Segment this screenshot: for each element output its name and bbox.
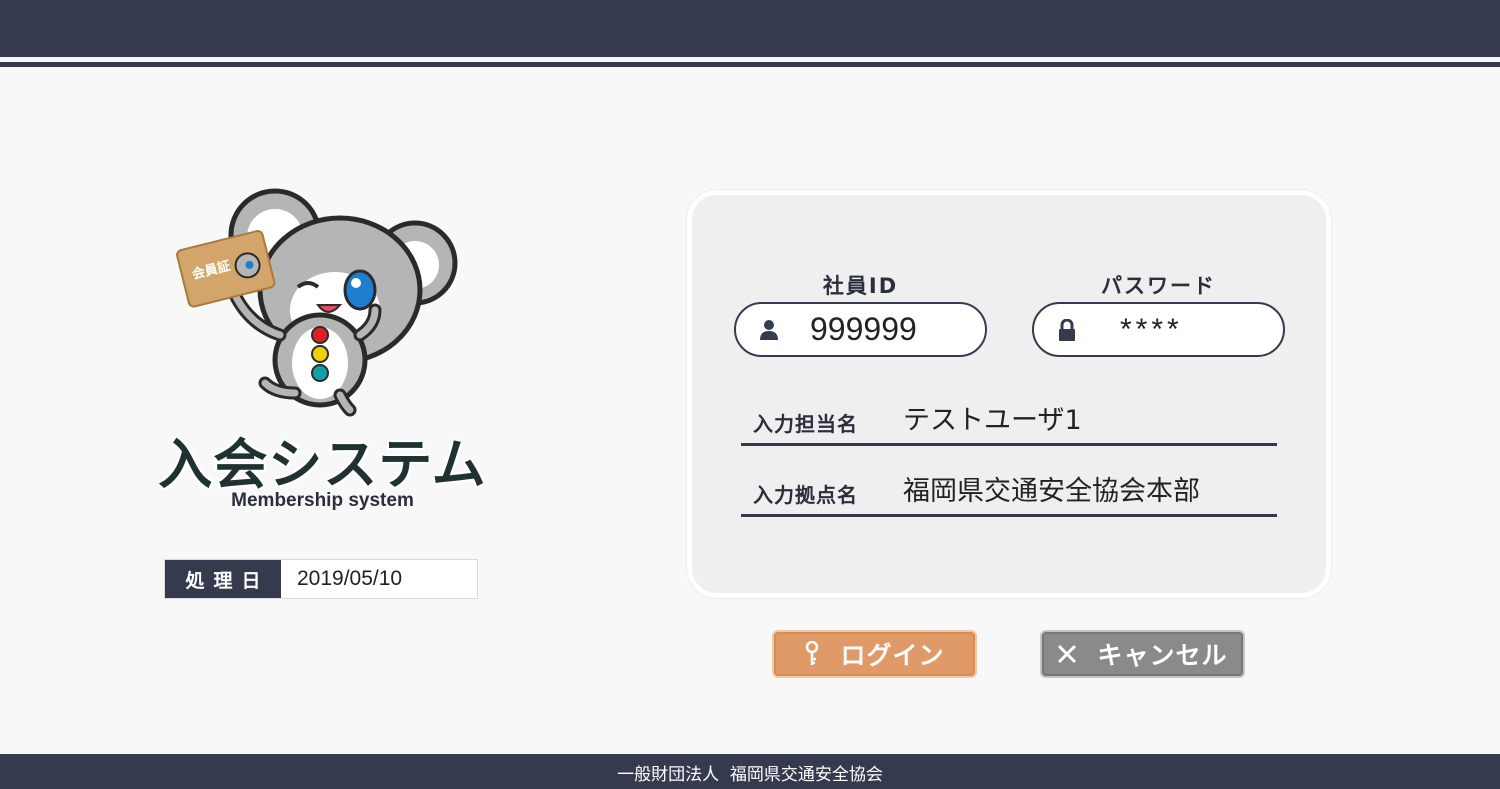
footer-org-type: 一般財団法人 (617, 765, 720, 785)
login-card (687, 190, 1331, 598)
close-icon (1057, 644, 1077, 664)
footer-org-name: 福岡県交通安全協会 (729, 765, 883, 785)
password-field[interactable]: **** (1032, 302, 1285, 357)
cancel-button-label: キャンセル (1097, 641, 1228, 670)
employee-id-field[interactable]: 999999 (734, 302, 987, 357)
employee-id-label: 社員ID (822, 274, 899, 298)
header-divider (0, 62, 1500, 67)
password-label: パスワード (1101, 274, 1216, 298)
branch-value: 福岡県交通安全協会本部 (903, 476, 1200, 507)
password-value: **** (1120, 312, 1183, 346)
app-subtitle: Membership system (231, 490, 414, 511)
processing-date-box: 処理日 2019/05/10 (164, 559, 478, 599)
login-button[interactable]: ログイン (772, 630, 977, 678)
operator-row[interactable]: 入力担当名 テストユーザ1 (741, 398, 1277, 446)
login-button-label: ログイン (840, 641, 945, 670)
employee-id-value: 999999 (810, 311, 917, 347)
lock-icon (1056, 318, 1078, 341)
operator-value: テストユーザ1 (903, 405, 1082, 436)
processing-date-label: 処理日 (165, 560, 281, 598)
processing-date-value: 2019/05/10 (297, 567, 403, 590)
branch-row[interactable]: 入力拠点名 福岡県交通安全協会本部 (741, 469, 1277, 517)
operator-label: 入力担当名 (753, 412, 858, 436)
user-icon (758, 319, 780, 341)
branch-label: 入力拠点名 (753, 483, 858, 507)
cancel-button[interactable]: キャンセル (1040, 630, 1245, 678)
top-header-bar (0, 0, 1500, 57)
key-icon (804, 641, 820, 667)
mascot-illustration: 会員証 (176, 188, 458, 417)
app-title: 入会システム (158, 433, 487, 496)
footer: 一般財団法人 福岡県交通安全協会 (0, 754, 1500, 789)
